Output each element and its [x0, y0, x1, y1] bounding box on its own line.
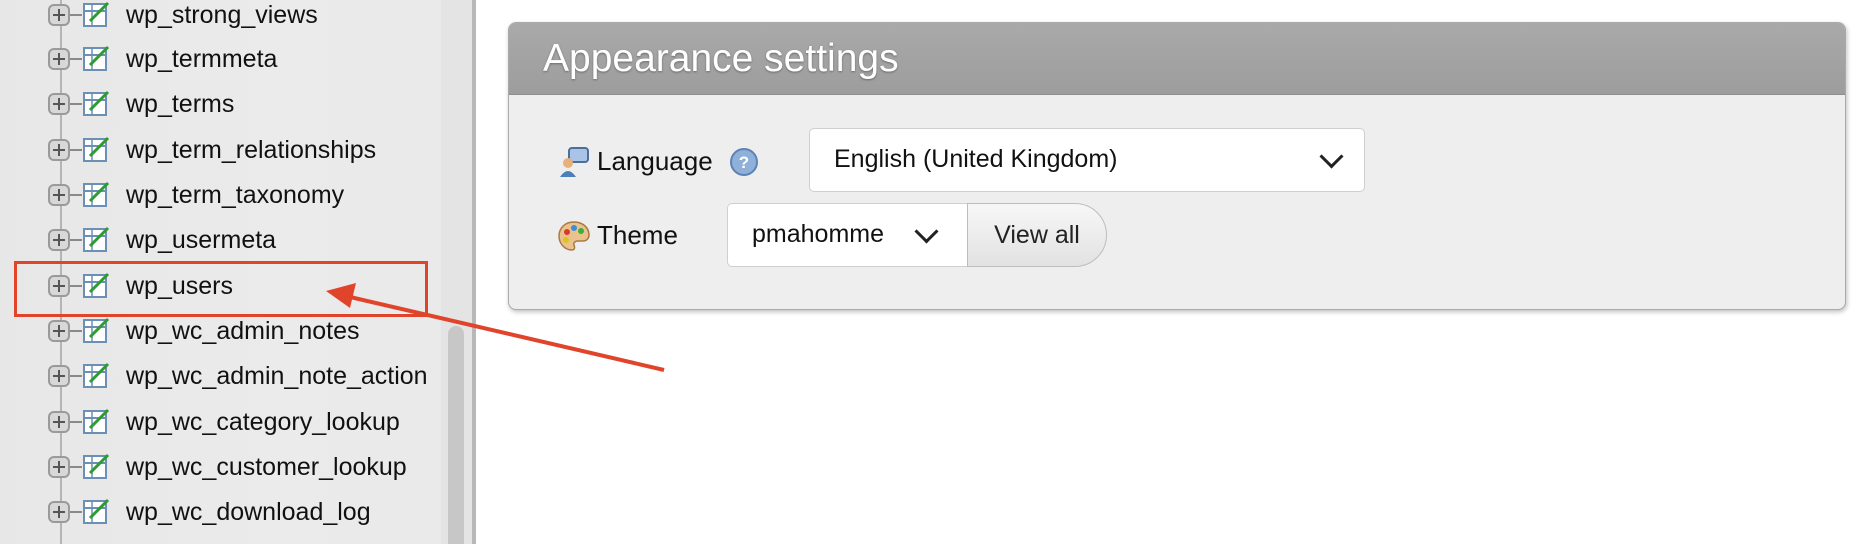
expand-icon[interactable] [48, 139, 70, 161]
panel-header: Appearance settings [509, 23, 1845, 95]
table-item-wp_wc_download_log[interactable]: wp_wc_download_log [0, 490, 445, 534]
tree-connector [70, 330, 82, 332]
tree-connector [70, 103, 82, 105]
navigation-divider[interactable] [472, 0, 476, 544]
chevron-down-icon [1319, 144, 1344, 169]
tree-connector [70, 466, 82, 468]
scrollbar-thumb[interactable] [448, 326, 464, 544]
svg-text:?: ? [739, 153, 749, 172]
table-label[interactable]: wp_wc_customer_lookup [126, 453, 407, 482]
appearance-settings-panel: Appearance settings Language ? English (… [508, 22, 1846, 310]
table-label[interactable]: wp_wc_admin_note_action [126, 362, 428, 391]
theme-label: Theme [597, 220, 678, 250]
theme-select-value: pmahomme [752, 220, 884, 248]
table-label[interactable]: wp_strong_views [126, 1, 318, 30]
help-icon[interactable]: ? [729, 147, 759, 177]
table-item-wp_term_relationships[interactable]: wp_term_relationships [0, 128, 445, 172]
tree-connector [70, 14, 82, 16]
table-label[interactable]: wp_wc_download_log [126, 498, 371, 527]
table-item-wp_usermeta[interactable]: wp_usermeta [0, 218, 445, 262]
table-item-wp_wc_customer_lookup[interactable]: wp_wc_customer_lookup [0, 445, 445, 489]
table-icon [83, 453, 110, 479]
tree-connector [70, 194, 82, 196]
expand-icon[interactable] [48, 48, 70, 70]
expand-icon[interactable] [48, 456, 70, 478]
navigation-tree: wp_strong_views wp_termmeta wp_terms wp_… [0, 0, 472, 544]
expand-icon[interactable] [48, 4, 70, 26]
language-icon [560, 147, 589, 177]
table-item-wp_termmeta[interactable]: wp_termmeta [0, 37, 445, 81]
table-label[interactable]: wp_term_taxonomy [126, 181, 344, 210]
table-label[interactable]: wp_wc_admin_notes [126, 317, 359, 346]
table-item-wp_users[interactable]: wp_users [0, 264, 445, 308]
tree-connector [70, 421, 82, 423]
language-select-value: English (United Kingdom) [834, 145, 1118, 173]
expand-icon[interactable] [48, 320, 70, 342]
expand-icon[interactable] [48, 93, 70, 115]
table-icon [83, 362, 110, 388]
panel-title: Appearance settings [543, 36, 899, 80]
tree-connector [70, 375, 82, 377]
chevron-down-icon [914, 219, 939, 244]
table-icon [83, 272, 110, 298]
table-icon [83, 181, 110, 207]
table-item-wp_wc_admin_note_action[interactable]: wp_wc_admin_note_action [0, 354, 445, 398]
table-icon [83, 498, 110, 524]
table-label[interactable]: wp_termmeta [126, 45, 277, 74]
table-item-wp_terms[interactable]: wp_terms [0, 82, 445, 126]
table-label[interactable]: wp_wc_category_lookup [126, 408, 400, 437]
expand-icon[interactable] [48, 501, 70, 523]
tree-connector [70, 58, 82, 60]
tree-connector [70, 239, 82, 241]
tree-connector [70, 511, 82, 513]
table-icon [83, 90, 110, 116]
language-label: Language [597, 146, 713, 176]
table-icon [83, 317, 110, 343]
language-select[interactable]: English (United Kingdom) [809, 128, 1365, 192]
tree-connector [70, 149, 82, 151]
expand-icon[interactable] [48, 365, 70, 387]
table-label[interactable]: wp_usermeta [126, 226, 276, 255]
table-item-wp_term_taxonomy[interactable]: wp_term_taxonomy [0, 173, 445, 217]
table-item-wp_wc_admin_notes[interactable]: wp_wc_admin_notes [0, 309, 445, 353]
table-icon [83, 408, 110, 434]
table-label[interactable]: wp_terms [126, 90, 234, 119]
table-icon [83, 45, 110, 71]
table-label[interactable]: wp_users [126, 272, 233, 301]
palette-icon [558, 221, 590, 251]
tree-connector [70, 285, 82, 287]
view-all-themes-button[interactable]: View all [967, 203, 1107, 267]
theme-select[interactable]: pmahomme [727, 203, 968, 267]
table-icon [83, 136, 110, 162]
expand-icon[interactable] [48, 184, 70, 206]
expand-icon[interactable] [48, 229, 70, 251]
expand-icon[interactable] [48, 411, 70, 433]
table-item-wp_wc_category_lookup[interactable]: wp_wc_category_lookup [0, 400, 445, 444]
expand-icon[interactable] [48, 275, 70, 297]
table-item-wp_strong_views[interactable]: wp_strong_views [0, 0, 445, 37]
table-label[interactable]: wp_term_relationships [126, 136, 376, 165]
table-icon [83, 226, 110, 252]
table-icon [83, 1, 110, 27]
